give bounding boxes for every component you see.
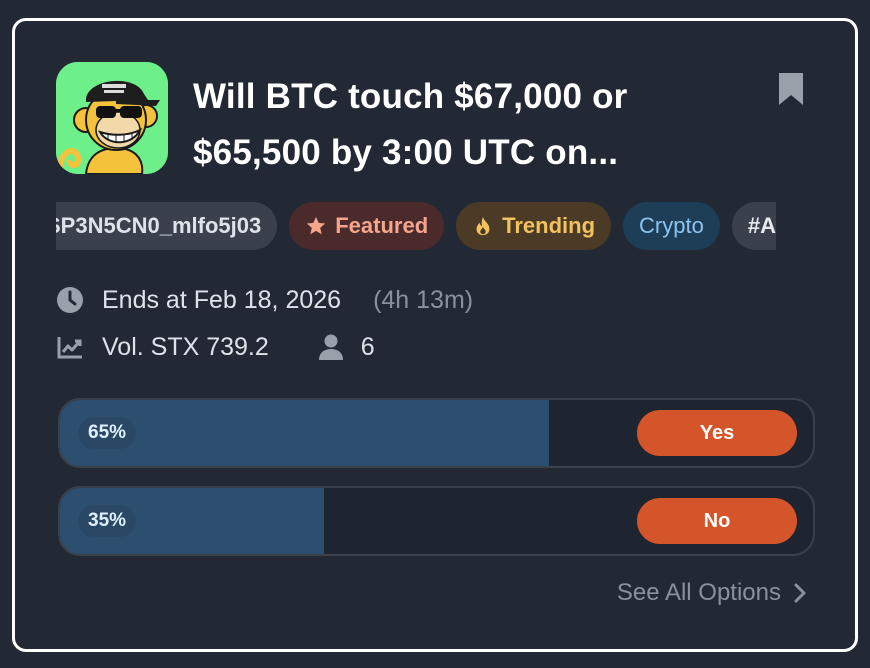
user-icon: [318, 334, 343, 360]
see-all-options-link[interactable]: See All Options: [617, 579, 807, 607]
tag-label: SP3N5CN0_mlfo5j03: [56, 213, 262, 238]
volume: Vol. STX 739.2: [102, 332, 269, 361]
market-title[interactable]: Will BTC touch $67,000 or $65,500 by 3:0…: [193, 69, 753, 181]
tag-market-id[interactable]: SP3N5CN0_mlfo5j03: [56, 202, 278, 250]
tag-list: SP3N5CN0_mlfo5j03 Featured Trending Cryp…: [56, 202, 814, 250]
market-avatar: [56, 62, 168, 174]
option-no[interactable]: 35% No: [58, 486, 815, 556]
tag-label: Crypto: [639, 213, 704, 238]
flame-icon: [476, 216, 490, 236]
end-date: Ends at Feb 18, 2026: [102, 285, 342, 314]
yes-button[interactable]: Yes: [637, 410, 797, 456]
participant-count: 6: [360, 332, 375, 361]
tag-label: Trending: [502, 213, 596, 238]
see-all-label: See All Options: [616, 579, 781, 606]
probability-label: 65%: [78, 417, 137, 449]
tag-label: #A: [747, 213, 776, 238]
tag-crypto[interactable]: Crypto: [623, 202, 720, 250]
tag-label: Featured: [335, 213, 429, 238]
time-remaining: (4h 13m): [373, 285, 474, 314]
option-yes[interactable]: 65% Yes: [58, 398, 815, 468]
market-card[interactable]: Will BTC touch $67,000 or $65,500 by 3:0…: [12, 18, 858, 652]
clock-icon: [57, 287, 83, 313]
tag-trending[interactable]: Trending: [456, 202, 612, 250]
no-button[interactable]: No: [637, 498, 797, 544]
chevron-right-icon: [794, 583, 806, 603]
tag-hashtag[interactable]: #A: [731, 202, 776, 250]
probability-label: 35%: [78, 505, 137, 537]
star-icon: [307, 216, 326, 235]
bookmark-icon[interactable]: [777, 71, 805, 107]
tag-featured[interactable]: Featured: [289, 202, 445, 250]
volume-row: Vol. STX 739.2 6: [56, 332, 375, 362]
monkey-illustration: [56, 62, 168, 174]
end-date-row: Ends at Feb 18, 2026 (4h 13m): [56, 285, 473, 315]
chart-trend-icon: [57, 337, 82, 359]
